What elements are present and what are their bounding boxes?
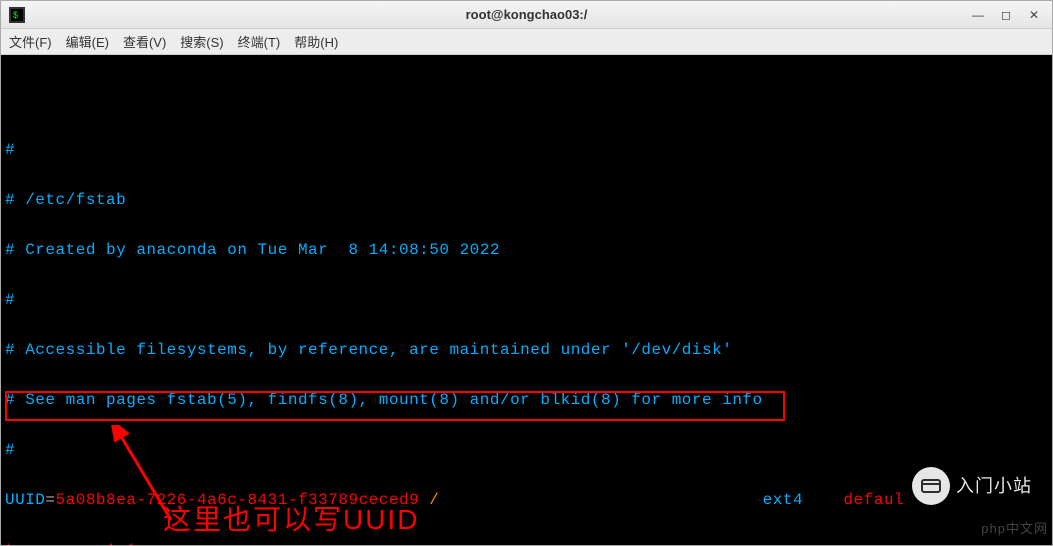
comment-line: # See man pages fstab(5), findfs(8), mou… bbox=[5, 388, 1048, 413]
comment-line: # bbox=[5, 138, 1048, 163]
annotation-text: 这里也可以写UUID bbox=[163, 507, 419, 532]
app-icon: $ bbox=[9, 7, 25, 23]
close-button[interactable]: ✕ bbox=[1020, 5, 1048, 25]
maximize-button[interactable]: ◻ bbox=[992, 5, 1020, 25]
terminal-window: $ root@kongchao03:/ — ◻ ✕ 文件(F) 编辑(E) 查看… bbox=[0, 0, 1053, 546]
empty-line bbox=[5, 88, 1048, 113]
watermark-bottom: php中文网 bbox=[981, 516, 1048, 541]
menu-search[interactable]: 搜索(S) bbox=[180, 32, 223, 51]
watermark-icon bbox=[912, 467, 950, 505]
menu-edit[interactable]: 编辑(E) bbox=[66, 32, 109, 51]
comment-line: # /etc/fstab bbox=[5, 188, 1048, 213]
terminal-pane[interactable]: # # /etc/fstab # Created by anaconda on … bbox=[1, 55, 1052, 545]
fstab-entry-1-wrap: ts 1 1 bbox=[5, 538, 1048, 545]
minimize-button[interactable]: — bbox=[964, 5, 992, 25]
comment-line: # bbox=[5, 288, 1048, 313]
menubar: 文件(F) 编辑(E) 查看(V) 搜索(S) 终端(T) 帮助(H) bbox=[1, 29, 1052, 55]
titlebar-controls: — ◻ ✕ bbox=[964, 5, 1048, 25]
watermark-text: 入门小站 bbox=[956, 474, 1032, 499]
menu-file[interactable]: 文件(F) bbox=[9, 32, 52, 51]
titlebar[interactable]: $ root@kongchao03:/ — ◻ ✕ bbox=[1, 1, 1052, 29]
watermark-logo: 入门小站 bbox=[912, 467, 1032, 505]
fstab-entry-1: UUID=5a08b8ea-7226-4a6c-8431-f33789ceced… bbox=[5, 488, 1048, 513]
menu-view[interactable]: 查看(V) bbox=[123, 32, 166, 51]
comment-line: # bbox=[5, 438, 1048, 463]
comment-line: # Created by anaconda on Tue Mar 8 14:08… bbox=[5, 238, 1048, 263]
svg-text:$: $ bbox=[13, 10, 18, 20]
menu-terminal[interactable]: 终端(T) bbox=[238, 32, 281, 51]
comment-line: # Accessible filesystems, by reference, … bbox=[5, 338, 1048, 363]
menu-help[interactable]: 帮助(H) bbox=[294, 32, 338, 51]
window-title: root@kongchao03:/ bbox=[466, 7, 588, 22]
